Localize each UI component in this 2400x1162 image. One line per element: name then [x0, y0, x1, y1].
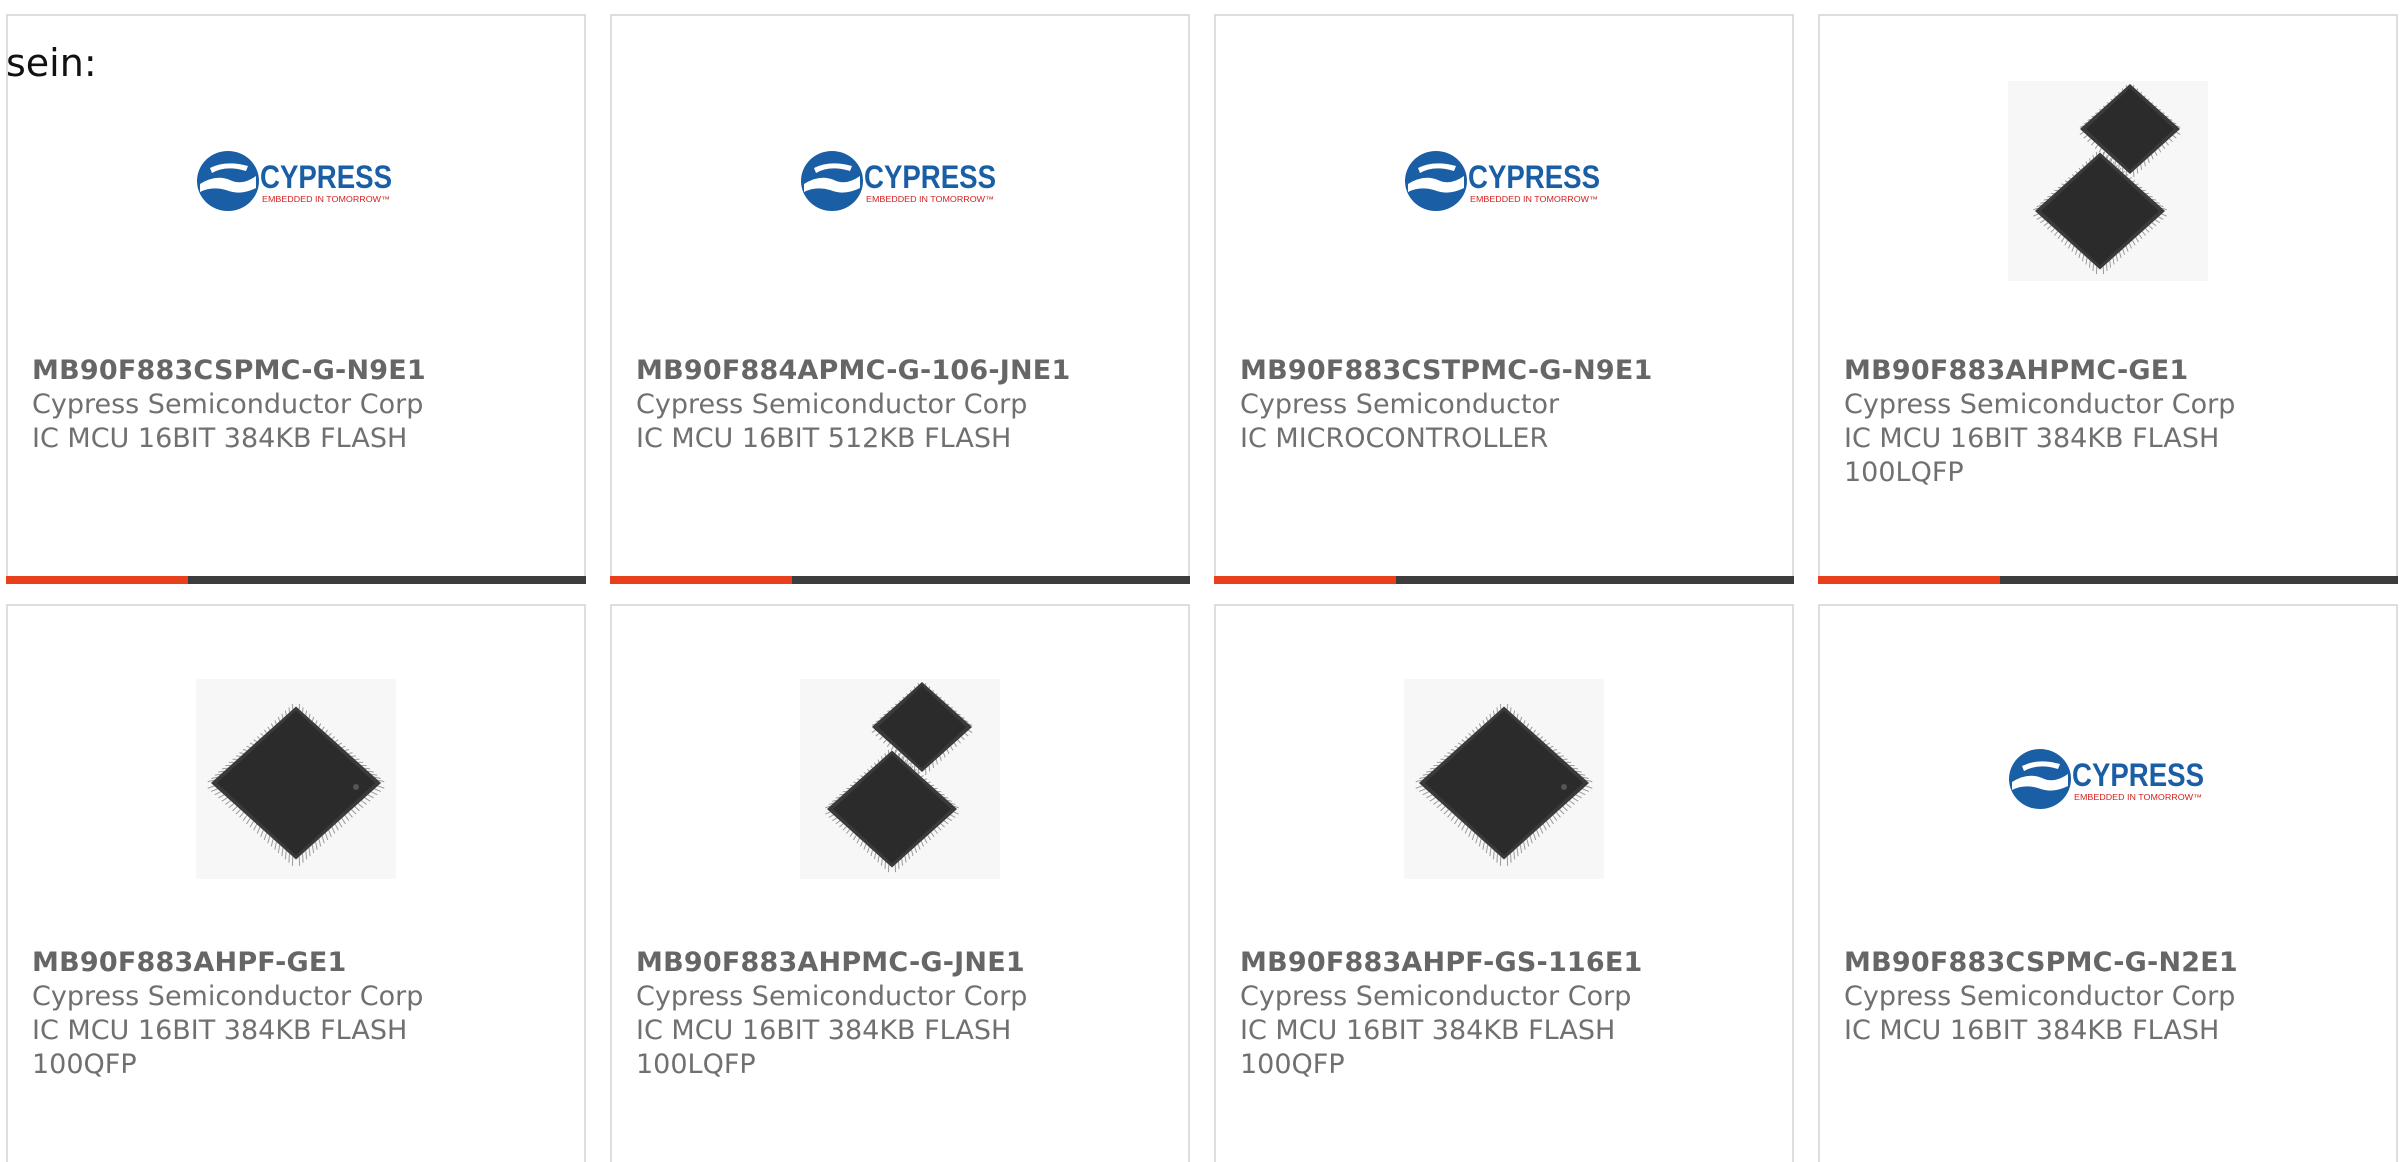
part-number[interactable]: MB90F883AHPF-GS-116E1 — [1240, 946, 1772, 980]
manufacturer: Cypress Semiconductor Corp — [636, 981, 1028, 1012]
part-number[interactable]: MB90F883CSPMC-G-N2E1 — [1844, 946, 2376, 980]
svg-text:CYPRESS: CYPRESS — [2072, 757, 2204, 793]
svg-text:EMBEDDED IN TOMORROW™: EMBEDDED IN TOMORROW™ — [1470, 195, 1598, 204]
product-image[interactable] — [795, 674, 1005, 884]
svg-text:CYPRESS: CYPRESS — [1468, 159, 1600, 195]
description-line: IC MCU 16BIT 384KB FLASH — [32, 1015, 408, 1046]
description-line: IC MCU 16BIT 384KB FLASH — [1240, 1015, 1616, 1046]
manufacturer: Cypress Semiconductor Corp — [1844, 389, 2236, 420]
description-line: IC MCU 16BIT 512KB FLASH — [636, 423, 1012, 454]
svg-text:EMBEDDED IN TOMORROW™: EMBEDDED IN TOMORROW™ — [262, 195, 390, 204]
lqfp-chips-icon — [2008, 81, 2208, 281]
product-image[interactable] — [191, 674, 401, 884]
qfp-chip-icon — [1404, 679, 1604, 879]
card-accent-bar — [1214, 576, 1794, 584]
description-line: IC MICROCONTROLLER — [1240, 423, 1549, 454]
manufacturer: Cypress Semiconductor Corp — [636, 389, 1028, 420]
product-card[interactable]: CYPRESS EMBEDDED IN TOMORROW™ MB90F884AP… — [610, 14, 1190, 584]
part-number[interactable]: MB90F883CSTPMC-G-N9E1 — [1240, 354, 1772, 388]
product-image[interactable]: CYPRESS EMBEDDED IN TOMORROW™ — [795, 76, 1005, 286]
svg-text:CYPRESS: CYPRESS — [864, 159, 996, 195]
cypress-logo-icon: CYPRESS EMBEDDED IN TOMORROW™ — [801, 151, 996, 211]
part-number[interactable]: MB90F884APMC-G-106-JNE1 — [636, 354, 1168, 388]
intro-text: sein: — [6, 41, 97, 85]
cypress-logo-icon: CYPRESS EMBEDDED IN TOMORROW™ — [1405, 151, 1600, 211]
package-line: 100LQFP — [636, 1049, 756, 1080]
part-number[interactable]: MB90F883CSPMC-G-N9E1 — [32, 354, 564, 388]
manufacturer: Cypress Semiconductor Corp — [1844, 981, 2236, 1012]
product-card[interactable]: MB90F883AHPF-GE1 Cypress Semiconductor C… — [6, 604, 586, 1162]
part-number[interactable]: MB90F883AHPMC-G-JNE1 — [636, 946, 1168, 980]
product-image[interactable] — [1399, 674, 1609, 884]
svg-text:EMBEDDED IN TOMORROW™: EMBEDDED IN TOMORROW™ — [2074, 793, 2202, 802]
description-line: IC MCU 16BIT 384KB FLASH — [32, 423, 408, 454]
cypress-logo-icon: CYPRESS EMBEDDED IN TOMORROW™ — [2009, 749, 2204, 809]
svg-text:CYPRESS: CYPRESS — [260, 159, 392, 195]
product-image[interactable]: CYPRESS EMBEDDED IN TOMORROW™ — [2003, 674, 2213, 884]
manufacturer: Cypress Semiconductor — [1240, 389, 1560, 420]
package-line: 100QFP — [32, 1049, 137, 1080]
product-card[interactable]: MB90F883AHPMC-GE1 Cypress Semiconductor … — [1818, 14, 2398, 584]
product-grid: CYPRESS EMBEDDED IN TOMORROW™ MB90F883CS… — [0, 0, 2400, 1162]
manufacturer: Cypress Semiconductor Corp — [1240, 981, 1632, 1012]
card-accent-bar — [610, 576, 1190, 584]
product-card[interactable]: MB90F883AHPF-GS-116E1 Cypress Semiconduc… — [1214, 604, 1794, 1162]
product-image[interactable]: CYPRESS EMBEDDED IN TOMORROW™ — [191, 76, 401, 286]
description-line: IC MCU 16BIT 384KB FLASH — [1844, 423, 2220, 454]
part-number[interactable]: MB90F883AHPF-GE1 — [32, 946, 564, 980]
cypress-logo-icon: CYPRESS EMBEDDED IN TOMORROW™ — [197, 151, 392, 211]
product-image[interactable] — [2003, 76, 2213, 286]
part-number[interactable]: MB90F883AHPMC-GE1 — [1844, 354, 2376, 388]
description-line: IC MCU 16BIT 384KB FLASH — [636, 1015, 1012, 1046]
product-image[interactable]: CYPRESS EMBEDDED IN TOMORROW™ — [1399, 76, 1609, 286]
manufacturer: Cypress Semiconductor Corp — [32, 981, 424, 1012]
card-accent-bar — [1818, 576, 2398, 584]
product-card[interactable]: CYPRESS EMBEDDED IN TOMORROW™ MB90F883CS… — [1818, 604, 2398, 1162]
qfp-chip-icon — [196, 679, 396, 879]
lqfp-chips-icon — [800, 679, 1000, 879]
card-accent-bar — [6, 576, 586, 584]
manufacturer: Cypress Semiconductor Corp — [32, 389, 424, 420]
package-line: 100LQFP — [1844, 457, 1964, 488]
package-line: 100QFP — [1240, 1049, 1345, 1080]
description-line: IC MCU 16BIT 384KB FLASH — [1844, 1015, 2220, 1046]
product-card[interactable]: MB90F883AHPMC-G-JNE1 Cypress Semiconduct… — [610, 604, 1190, 1162]
product-card[interactable]: CYPRESS EMBEDDED IN TOMORROW™ MB90F883CS… — [1214, 14, 1794, 584]
svg-text:EMBEDDED IN TOMORROW™: EMBEDDED IN TOMORROW™ — [866, 195, 994, 204]
product-card[interactable]: CYPRESS EMBEDDED IN TOMORROW™ MB90F883CS… — [6, 14, 586, 584]
